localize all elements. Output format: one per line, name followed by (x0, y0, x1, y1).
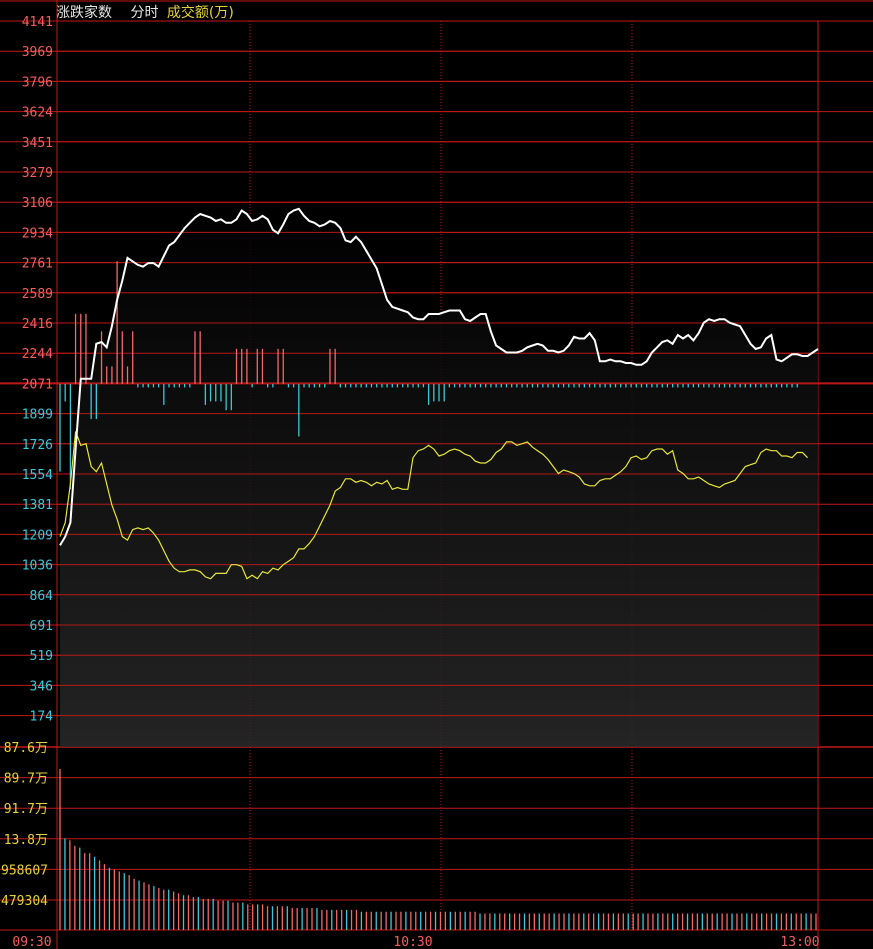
y-tick-label: 1209 (22, 528, 53, 543)
volume-tick-label: 958607 (1, 863, 48, 878)
x-tick-label: 13:00 (780, 935, 819, 949)
y-tick-label: 1899 (22, 408, 53, 423)
y-tick-label: 3106 (22, 196, 53, 211)
y-tick-label: 2761 (22, 257, 53, 272)
y-tick-label: 2416 (22, 317, 53, 332)
y-tick-label: 519 (30, 649, 53, 664)
y-tick-label: 3451 (22, 136, 53, 151)
y-tick-label: 3796 (22, 75, 53, 90)
volume-tick-label: 91.7万 (4, 802, 48, 817)
y-tick-label: 3279 (22, 166, 53, 181)
y-tick-label: 1726 (22, 438, 53, 453)
y-tick-label: 1554 (22, 468, 53, 483)
y-tick-label: 2071 (22, 377, 53, 392)
volume-tick-label: 87.6万 (4, 741, 48, 756)
volume-tick-label: 479304 (1, 894, 48, 909)
y-tick-label: 1036 (22, 559, 53, 574)
x-tick-label: 09:30 (12, 935, 51, 949)
y-tick-label: 1381 (22, 498, 53, 513)
y-tick-label: 2934 (22, 226, 53, 241)
volume-tick-label: 89.7万 (4, 772, 48, 787)
y-tick-label: 174 (30, 710, 54, 725)
y-tick-label: 346 (30, 679, 53, 694)
y-tick-label: 2244 (22, 347, 53, 362)
volume-tick-label: 13.8万 (4, 833, 48, 848)
y-tick-label: 3624 (22, 106, 53, 121)
y-tick-label: 2589 (22, 287, 53, 302)
y-tick-label: 691 (30, 619, 53, 634)
y-tick-label: 4141 (22, 15, 53, 30)
y-tick-label: 3969 (22, 45, 53, 60)
y-tick-label: 864 (30, 589, 54, 604)
x-tick-label: 10:30 (393, 935, 432, 949)
breadth-chart[interactable]: 4141 3969 3796 3624 3451 3279 3106 2934 2761 2589… (0, 0, 873, 949)
